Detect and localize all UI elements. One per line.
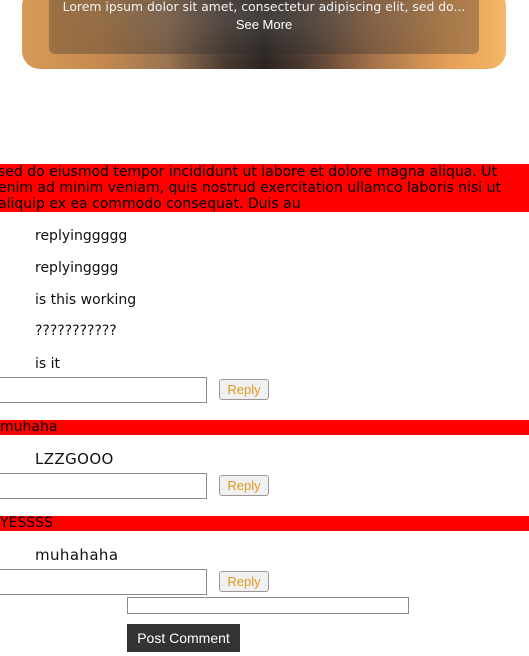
hero-caption-text: Lorem ipsum dolor sit amet, consectetur … [62,0,466,14]
reply-button[interactable]: Reply [219,571,269,592]
comment-text: muhaha [0,420,529,435]
see-more-link[interactable]: See More [49,17,479,32]
reply-text: is this working [35,292,137,308]
post-body: sed do eiusmod tempor incididunt ut labo… [0,164,529,212]
reply-button[interactable]: Reply [219,379,269,400]
reply-input[interactable] [0,473,207,499]
reply-text: replyinggggg [35,228,128,244]
post-body-line: enim ad minim veniam, quis nostrud exerc… [0,180,501,196]
reply-input[interactable] [0,569,207,595]
reply-text: ??????????? [35,323,117,339]
post-body-line: aliquip ex ea commodo consequat. Duis au [0,196,301,212]
reply-button[interactable]: Reply [219,475,269,496]
hero-image: Lorem ipsum dolor sit amet, consectetur … [22,0,506,69]
reply-input[interactable] [0,377,207,403]
post-comment-button[interactable]: Post Comment [127,624,240,652]
reply-text: replyingggg [35,260,119,276]
comment-text: YESSSS [0,516,529,531]
reply-text: LZZGOOO [35,450,114,468]
post-body-line: sed do eiusmod tempor incididunt ut labo… [0,164,498,180]
comment-input[interactable] [127,597,409,614]
reply-text: muhahaha [35,546,119,564]
reply-text: is it [35,356,61,372]
hero-caption-box: Lorem ipsum dolor sit amet, consectetur … [49,0,479,54]
